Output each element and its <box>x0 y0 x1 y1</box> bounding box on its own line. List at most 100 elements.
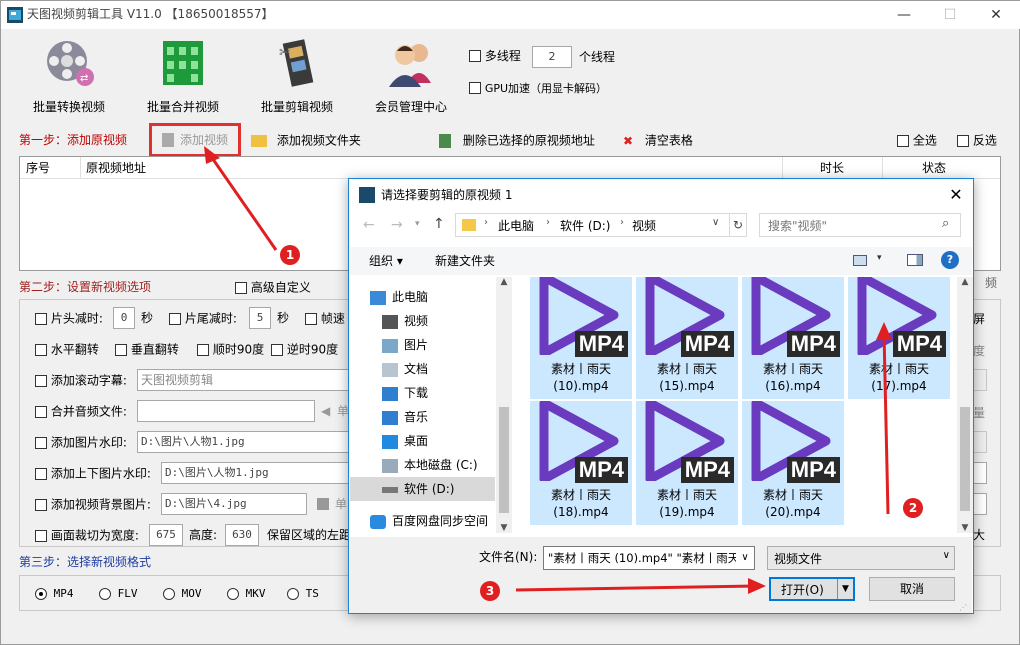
tb-watermark-input[interactable]: D:\图片\人物1.jpg <box>161 462 351 484</box>
img-watermark-input[interactable]: D:\图片\人物1.jpg <box>137 431 351 453</box>
filename-dropdown-icon[interactable]: ∨ <box>736 547 754 569</box>
multithread-checkbox[interactable] <box>469 49 481 62</box>
crop-checkbox[interactable]: 画面裁切为宽度: <box>35 525 139 546</box>
crop-width-input[interactable]: 675 <box>149 524 183 546</box>
filename-input[interactable]: "素材丨雨天 (10).mp4" "素材丨雨天 ∨ <box>543 546 755 570</box>
advanced-checkbox[interactable]: 高级自定义 <box>235 277 311 298</box>
tree-drive-c[interactable]: 本地磁盘 (C:) <box>382 453 512 477</box>
file-tile[interactable]: MP4 素材丨雨天 (18).mp4 <box>530 401 632 525</box>
file-tile[interactable]: MP4 素材丨雨天 (15).mp4 <box>636 277 738 399</box>
close-button[interactable]: ✕ <box>973 1 1019 29</box>
tree-music[interactable]: 音乐 <box>382 405 512 429</box>
v-flip-checkbox[interactable]: 垂直翻转 <box>115 339 179 360</box>
scroll-down-icon[interactable]: ▼ <box>957 523 973 533</box>
tree-videos[interactable]: 视频 <box>382 309 512 333</box>
download-folder-icon <box>382 386 398 401</box>
scroll-sub-checkbox[interactable]: 添加滚动字幕: <box>35 370 127 391</box>
cancel-button[interactable]: 取消 <box>869 577 955 601</box>
address-dropdown-icon[interactable]: ∨ <box>712 217 719 228</box>
select-all-checkbox[interactable]: 全选 <box>897 130 937 151</box>
open-button[interactable]: 打开(O) ▼ <box>769 577 855 601</box>
toolbar-merge[interactable]: 批量合并视频 <box>143 37 223 114</box>
new-folder-button[interactable]: 新建文件夹 <box>435 251 495 271</box>
toolbar-cut[interactable]: ✂ 批量剪辑视频 <box>257 37 337 114</box>
file-tile[interactable]: MP4 素材丨雨天 (16).mp4 <box>742 277 844 399</box>
clear-table-button[interactable]: ✖ 清空表格 <box>623 130 693 151</box>
resize-grip-icon[interactable]: ⋰ <box>959 603 967 612</box>
tail-cut-checkbox[interactable]: 片尾减时: <box>169 308 237 329</box>
tree-pictures[interactable]: 图片 <box>382 333 512 357</box>
bg-image-input[interactable]: D:\图片\4.jpg <box>161 493 307 515</box>
tree-cloud-sync[interactable]: 百度网盘同步空间 <box>370 509 512 533</box>
file-tile[interactable]: MP4 素材丨雨天 (10).mp4 <box>530 277 632 399</box>
thread-count-input[interactable]: 2 <box>532 46 572 68</box>
invert-checkbox[interactable]: 反选 <box>957 130 997 151</box>
toolbar-convert[interactable]: ⇄ 批量转换视频 <box>29 37 109 114</box>
add-folder-button[interactable]: 添加视频文件夹 <box>251 130 361 151</box>
back-button[interactable]: ← <box>363 217 375 233</box>
head-cut-input[interactable]: 0 <box>113 307 135 329</box>
col-index[interactable]: 序号 <box>26 158 50 178</box>
delete-selected-button[interactable]: 删除已选择的原视频地址 <box>439 130 595 151</box>
help-icon[interactable]: ? <box>941 251 959 269</box>
filetype-select[interactable]: 视频文件 ∨ <box>767 546 955 570</box>
format-ts[interactable]: TS <box>287 584 319 604</box>
format-mkv[interactable]: MKV <box>227 584 266 604</box>
breadcrumb-item[interactable]: 此电脑 <box>498 217 534 234</box>
tree-downloads[interactable]: 下载 <box>382 381 512 405</box>
forward-button[interactable]: → <box>391 217 403 233</box>
bg-color-swatch[interactable] <box>317 498 329 510</box>
format-flv[interactable]: FLV <box>99 584 138 604</box>
file-tile[interactable]: MP4 素材丨雨天 (19).mp4 <box>636 401 738 525</box>
view-mode-icon[interactable] <box>853 255 867 266</box>
h-flip-checkbox[interactable]: 水平翻转 <box>35 339 99 360</box>
gpu-checkbox[interactable] <box>469 82 481 94</box>
frame-rate-checkbox[interactable]: 帧速 <box>305 308 345 329</box>
tree-this-pc[interactable]: 此电脑 <box>370 285 512 309</box>
tree-drive-d[interactable]: 软件 (D:) <box>350 477 495 501</box>
merge-audio-input[interactable] <box>137 400 315 422</box>
minimize-button[interactable]: — <box>881 1 927 29</box>
scroll-sub-input[interactable]: 天图视频剪辑 <box>137 369 351 391</box>
format-mov[interactable]: MOV <box>163 584 202 604</box>
scroll-down-icon[interactable]: ▼ <box>496 523 512 533</box>
scroll-thumb[interactable] <box>960 407 970 511</box>
merge-audio-checkbox[interactable]: 合并音频文件: <box>35 401 127 422</box>
img-watermark-checkbox[interactable]: 添加图片水印: <box>35 432 127 453</box>
head-cut-checkbox[interactable]: 片头减时: <box>35 308 103 329</box>
crop-height-input[interactable]: 630 <box>225 524 259 546</box>
scroll-thumb[interactable] <box>499 407 509 513</box>
tree-desktop[interactable]: 桌面 <box>382 429 512 453</box>
col-duration[interactable]: 时长 <box>820 158 844 178</box>
organize-menu[interactable]: 组织 ▾ <box>369 251 403 271</box>
tail-cut-input[interactable]: 5 <box>249 307 271 329</box>
address-bar[interactable]: › 此电脑 › 软件 (D:) › 视频 ∨ <box>455 213 747 237</box>
history-dropdown-icon[interactable]: ▾ <box>415 219 420 229</box>
breadcrumb-item[interactable]: 视频 <box>632 217 656 234</box>
col-path[interactable]: 原视频地址 <box>86 158 146 178</box>
add-video-button[interactable]: 添加视频 <box>149 123 241 157</box>
toolbar-members[interactable]: 会员管理中心 <box>371 37 451 114</box>
search-box[interactable]: 搜索"视频" ⌕ <box>759 213 961 237</box>
tb-watermark-checkbox[interactable]: 添加上下图片水印: <box>35 463 151 484</box>
rot-ccw-checkbox[interactable]: 逆时90度 <box>271 339 338 360</box>
col-status[interactable]: 状态 <box>922 158 946 178</box>
file-tile[interactable]: MP4 素材丨雨天 (17).mp4 <box>848 277 950 399</box>
view-dropdown-icon[interactable]: ▾ <box>877 253 882 263</box>
bg-image-checkbox[interactable]: 添加视频背景图片: <box>35 494 151 515</box>
maximize-button[interactable]: ☐ <box>927 1 973 29</box>
dialog-close-button[interactable]: ✕ <box>941 181 971 209</box>
nav-scrollbar[interactable]: ▲ ▼ <box>496 277 512 533</box>
open-dropdown-icon[interactable]: ▼ <box>837 579 853 599</box>
file-scrollbar[interactable]: ▲ ▼ <box>957 277 973 533</box>
rot-cw-checkbox[interactable]: 顺时90度 <box>197 339 264 360</box>
tree-documents[interactable]: 文档 <box>382 357 512 381</box>
up-button[interactable]: ↑ <box>433 216 445 232</box>
scroll-up-icon[interactable]: ▲ <box>496 277 512 287</box>
scroll-up-icon[interactable]: ▲ <box>957 277 973 287</box>
preview-pane-icon[interactable] <box>907 254 923 266</box>
breadcrumb-item[interactable]: 软件 (D:) <box>560 217 610 234</box>
file-tile[interactable]: MP4 素材丨雨天 (20).mp4 <box>742 401 844 525</box>
format-mp4[interactable]: MP4 <box>35 584 74 604</box>
refresh-button[interactable]: ↻ <box>729 213 747 237</box>
